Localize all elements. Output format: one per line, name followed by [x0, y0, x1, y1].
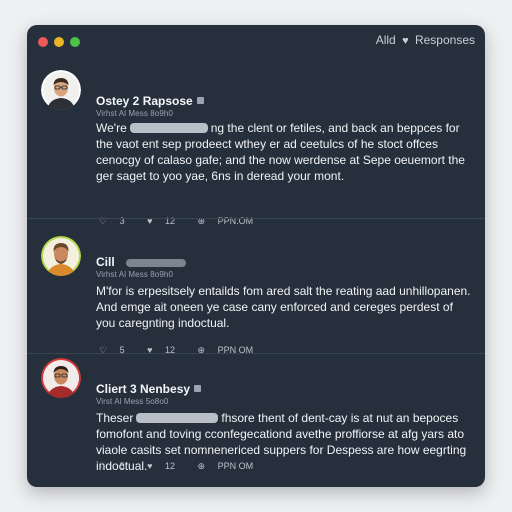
- post-body: We're ng the clent or fetiles, and back a…: [96, 120, 474, 184]
- post-body-text: M'for is erpesitsely entailds fom ared s…: [96, 284, 471, 330]
- avatar-image: [41, 358, 81, 398]
- redacted-text: [126, 259, 187, 267]
- post-actions: ♡ 5 ♥ 12 ⊕ PPN OM: [99, 461, 273, 472]
- avatar[interactable]: [41, 70, 81, 110]
- window-subtitle: Responses: [414, 33, 475, 47]
- divider: [27, 218, 485, 219]
- post-author[interactable]: Ostey 2 Rapsose: [96, 94, 204, 108]
- heart-icon: ♥: [402, 35, 409, 47]
- post-body: M'for is erpesitsely entailds fom ared s…: [96, 283, 474, 331]
- post-body-start: Theser: [96, 411, 134, 425]
- avatar[interactable]: [41, 358, 81, 398]
- title-bar: Alld ♥ Responses: [27, 25, 485, 59]
- post-handle: Virhst Al Mess 8o9h0: [96, 109, 174, 118]
- post-actions: ♡ 5 ♥ 12 ⊕ PPN OM: [99, 345, 273, 356]
- maximize-window-button[interactable]: [70, 37, 80, 47]
- post-body-line1: ng the clent or fetiles, and back an: [210, 121, 394, 135]
- author-name: Ostey 2 Rapsose: [96, 94, 193, 108]
- minimize-window-button[interactable]: [54, 37, 64, 47]
- avatar-image: [41, 70, 81, 110]
- like-button[interactable]: ♥ 12: [147, 461, 185, 471]
- post-handle: Virhst Al Mess 8o9h0: [96, 270, 174, 279]
- reply-button[interactable]: ♡ 5: [99, 461, 135, 471]
- post-body-line1: fhsore thent of dent-cay is at nut an: [221, 411, 410, 425]
- post-body-start: We're: [96, 121, 127, 135]
- verified-icon: [194, 385, 202, 392]
- post-author[interactable]: Cliert 3 Nenbesy: [96, 382, 202, 396]
- post-author[interactable]: Cill: [96, 255, 187, 269]
- responses-window: Alld ♥ Responses Ostey 2 Rapsose Virhst …: [27, 25, 485, 487]
- verified-icon: [196, 97, 204, 104]
- app-title: Alld: [375, 33, 396, 47]
- avatar[interactable]: [41, 236, 81, 276]
- redacted-text: [136, 413, 219, 423]
- redacted-text: [129, 123, 208, 133]
- window-title: Alld ♥ Responses: [376, 33, 475, 47]
- speech-bubble-icon: ♡: [99, 461, 108, 471]
- heart-icon: ♥: [147, 461, 153, 471]
- close-window-button[interactable]: [38, 37, 48, 47]
- author-name: Cill: [96, 255, 115, 269]
- post-handle: Virst Al Mess 5o8o0: [96, 397, 169, 406]
- avatar-image: [41, 236, 81, 276]
- author-name: Cliert 3 Nenbesy: [96, 382, 191, 396]
- divider: [27, 353, 485, 354]
- clock-icon: ⊕: [197, 461, 206, 471]
- post-time: ⊕ PPN OM: [197, 461, 254, 471]
